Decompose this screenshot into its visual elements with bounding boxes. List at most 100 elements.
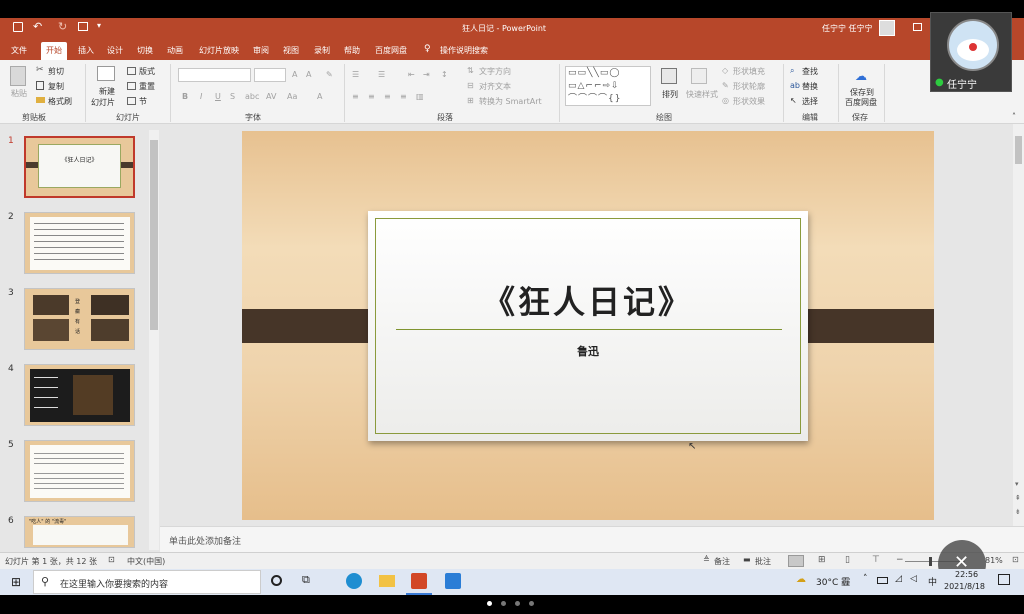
page-dot[interactable] xyxy=(501,601,506,606)
menu-design[interactable]: 设计 xyxy=(107,45,123,56)
notes-placeholder[interactable]: 单击此处添加备注 xyxy=(169,534,241,547)
menu-view[interactable]: 视图 xyxy=(283,45,299,56)
reading-view-icon[interactable]: ▯ xyxy=(845,555,850,565)
undo-icon[interactable]: ↶ xyxy=(33,20,42,33)
text-direction-icon[interactable]: ⇅ xyxy=(467,66,474,75)
quick-styles-button[interactable]: 快速样式 xyxy=(686,89,718,100)
page-dot[interactable] xyxy=(487,601,492,606)
thumbnail-5[interactable] xyxy=(24,440,135,502)
fit-slide-icon[interactable]: ⊡ xyxy=(1012,555,1019,564)
menu-insert[interactable]: 插入 xyxy=(78,45,94,56)
thumbnail-4[interactable] xyxy=(24,364,135,426)
network-icon[interactable]: ◿ xyxy=(895,574,902,584)
clear-format-icon[interactable]: ✎ xyxy=(326,70,333,79)
volume-icon[interactable]: ◁ xyxy=(910,574,917,584)
format-painter-button[interactable]: 格式刷 xyxy=(48,96,72,107)
menu-animations[interactable]: 动画 xyxy=(167,45,183,56)
shrink-font-icon[interactable]: A xyxy=(306,70,311,79)
normal-view-icon[interactable] xyxy=(788,555,804,567)
menu-review[interactable]: 审阅 xyxy=(253,45,269,56)
slide-canvas[interactable]: 《狂人日记》 鲁迅 xyxy=(242,131,934,520)
section-icon[interactable] xyxy=(127,97,136,105)
align-right-icon[interactable]: ≡ xyxy=(384,92,391,101)
copy-button[interactable]: 复制 xyxy=(48,81,64,92)
quick-styles-icon[interactable] xyxy=(691,68,707,84)
justify-icon[interactable]: ≡ xyxy=(400,92,407,101)
customize-qat-icon[interactable]: ▾ xyxy=(97,21,101,30)
notes-pane[interactable]: 单击此处添加备注 xyxy=(160,526,1024,552)
page-dot[interactable] xyxy=(515,601,520,606)
section-button[interactable]: 节 xyxy=(139,96,147,107)
align-text-icon[interactable]: ⊟ xyxy=(467,81,474,90)
align-left-icon[interactable]: ≡ xyxy=(352,92,359,101)
thumbnail-3[interactable]: 登 癫 有 话 xyxy=(24,288,135,350)
thumbnail-6[interactable]: "吃人" 的 "流毒" xyxy=(24,516,135,548)
format-painter-icon[interactable] xyxy=(36,97,45,103)
new-slide-icon[interactable] xyxy=(97,66,115,81)
cut-icon[interactable]: ✂ xyxy=(36,65,44,75)
arrange-icon[interactable] xyxy=(661,68,677,84)
increase-indent-icon[interactable]: ⇥ xyxy=(423,70,430,79)
comments-toggle[interactable]: 批注 xyxy=(755,556,771,567)
shape-effects-button[interactable]: 形状效果 xyxy=(733,96,765,107)
task-view-icon[interactable]: ⧉ xyxy=(302,573,310,587)
menu-home[interactable]: 开始 xyxy=(41,42,67,60)
clock-time[interactable]: 22:56 xyxy=(955,570,978,579)
decrease-indent-icon[interactable]: ⇤ xyxy=(408,70,415,79)
save-icon[interactable] xyxy=(13,22,23,32)
redo-icon[interactable]: ↻ xyxy=(58,20,67,33)
shadow-button[interactable]: abc xyxy=(245,92,259,101)
spacing-button[interactable]: AV xyxy=(266,92,276,101)
language-status[interactable]: 中文(中国) xyxy=(127,556,165,567)
strikethrough-button[interactable]: S xyxy=(230,92,235,101)
spelling-icon[interactable]: ⊡ xyxy=(108,555,115,564)
thumb-scrollbar[interactable] xyxy=(149,130,159,550)
menu-record[interactable]: 录制 xyxy=(314,45,330,56)
select-icon[interactable]: ↖ xyxy=(790,96,797,105)
font-color-button[interactable]: A xyxy=(317,92,322,101)
page-dot[interactable] xyxy=(529,601,534,606)
smartart-icon[interactable]: ⊞ xyxy=(467,96,474,105)
shape-outline-button[interactable]: 形状轮廓 xyxy=(733,81,765,92)
weather-icon[interactable]: ☁ xyxy=(796,574,806,585)
zoom-out-icon[interactable]: − xyxy=(896,555,904,565)
menu-slideshow[interactable]: 幻灯片放映 xyxy=(199,45,239,56)
cortana-icon[interactable] xyxy=(271,575,282,586)
weather-status[interactable]: 30°C 霾 xyxy=(816,575,850,588)
copy-icon[interactable] xyxy=(36,81,44,90)
comments-icon[interactable]: ▬ xyxy=(743,555,751,564)
shape-outline-icon[interactable]: ✎ xyxy=(722,81,729,90)
underline-button[interactable]: U xyxy=(215,92,221,101)
align-center-icon[interactable]: ≡ xyxy=(368,92,375,101)
reset-button[interactable]: 重置 xyxy=(139,81,155,92)
save-to-label-2[interactable]: 百度网盘 xyxy=(845,97,877,108)
text-direction-button[interactable]: 文字方向 xyxy=(479,66,511,77)
numbering-icon[interactable]: ☰ xyxy=(378,70,385,79)
file-explorer-icon[interactable] xyxy=(379,575,395,587)
bullets-icon[interactable]: ☰ xyxy=(352,70,359,79)
line-spacing-icon[interactable]: ↕ xyxy=(441,70,448,79)
new-slide-label-2[interactable]: 幻灯片 xyxy=(91,97,115,108)
user-name[interactable]: 任宁宁 任宁宁 xyxy=(822,23,873,34)
change-case-button[interactable]: Aa xyxy=(287,92,297,101)
windows-start-icon[interactable]: ⊞ xyxy=(11,575,21,589)
layout-button[interactable]: 版式 xyxy=(139,66,155,77)
taskbar-search[interactable]: ⚲ 在这里输入你要搜索的内容 xyxy=(33,570,261,594)
reset-icon[interactable] xyxy=(127,82,136,90)
replace-icon[interactable]: ab xyxy=(790,81,800,90)
menu-help[interactable]: 帮助 xyxy=(344,45,360,56)
title-card[interactable]: 《狂人日记》 鲁迅 xyxy=(368,211,808,441)
align-text-button[interactable]: 对齐文本 xyxy=(479,81,511,92)
thumbnail-2[interactable] xyxy=(24,212,135,274)
user-avatar-icon[interactable] xyxy=(879,20,895,36)
app-icon[interactable] xyxy=(445,573,461,589)
smartart-button[interactable]: 转换为 SmartArt xyxy=(479,96,542,107)
menu-baidu[interactable]: 百度网盘 xyxy=(375,45,407,56)
shape-fill-button[interactable]: 形状填充 xyxy=(733,66,765,77)
bold-button[interactable]: B xyxy=(182,92,188,101)
tell-me-search[interactable]: 操作说明搜索 xyxy=(440,45,488,56)
battery-icon[interactable] xyxy=(877,577,888,584)
tray-arrow-icon[interactable]: ˄ xyxy=(863,574,868,584)
sorter-view-icon[interactable]: ⊞ xyxy=(818,555,826,565)
zoom-level[interactable]: 81% xyxy=(985,556,1003,565)
